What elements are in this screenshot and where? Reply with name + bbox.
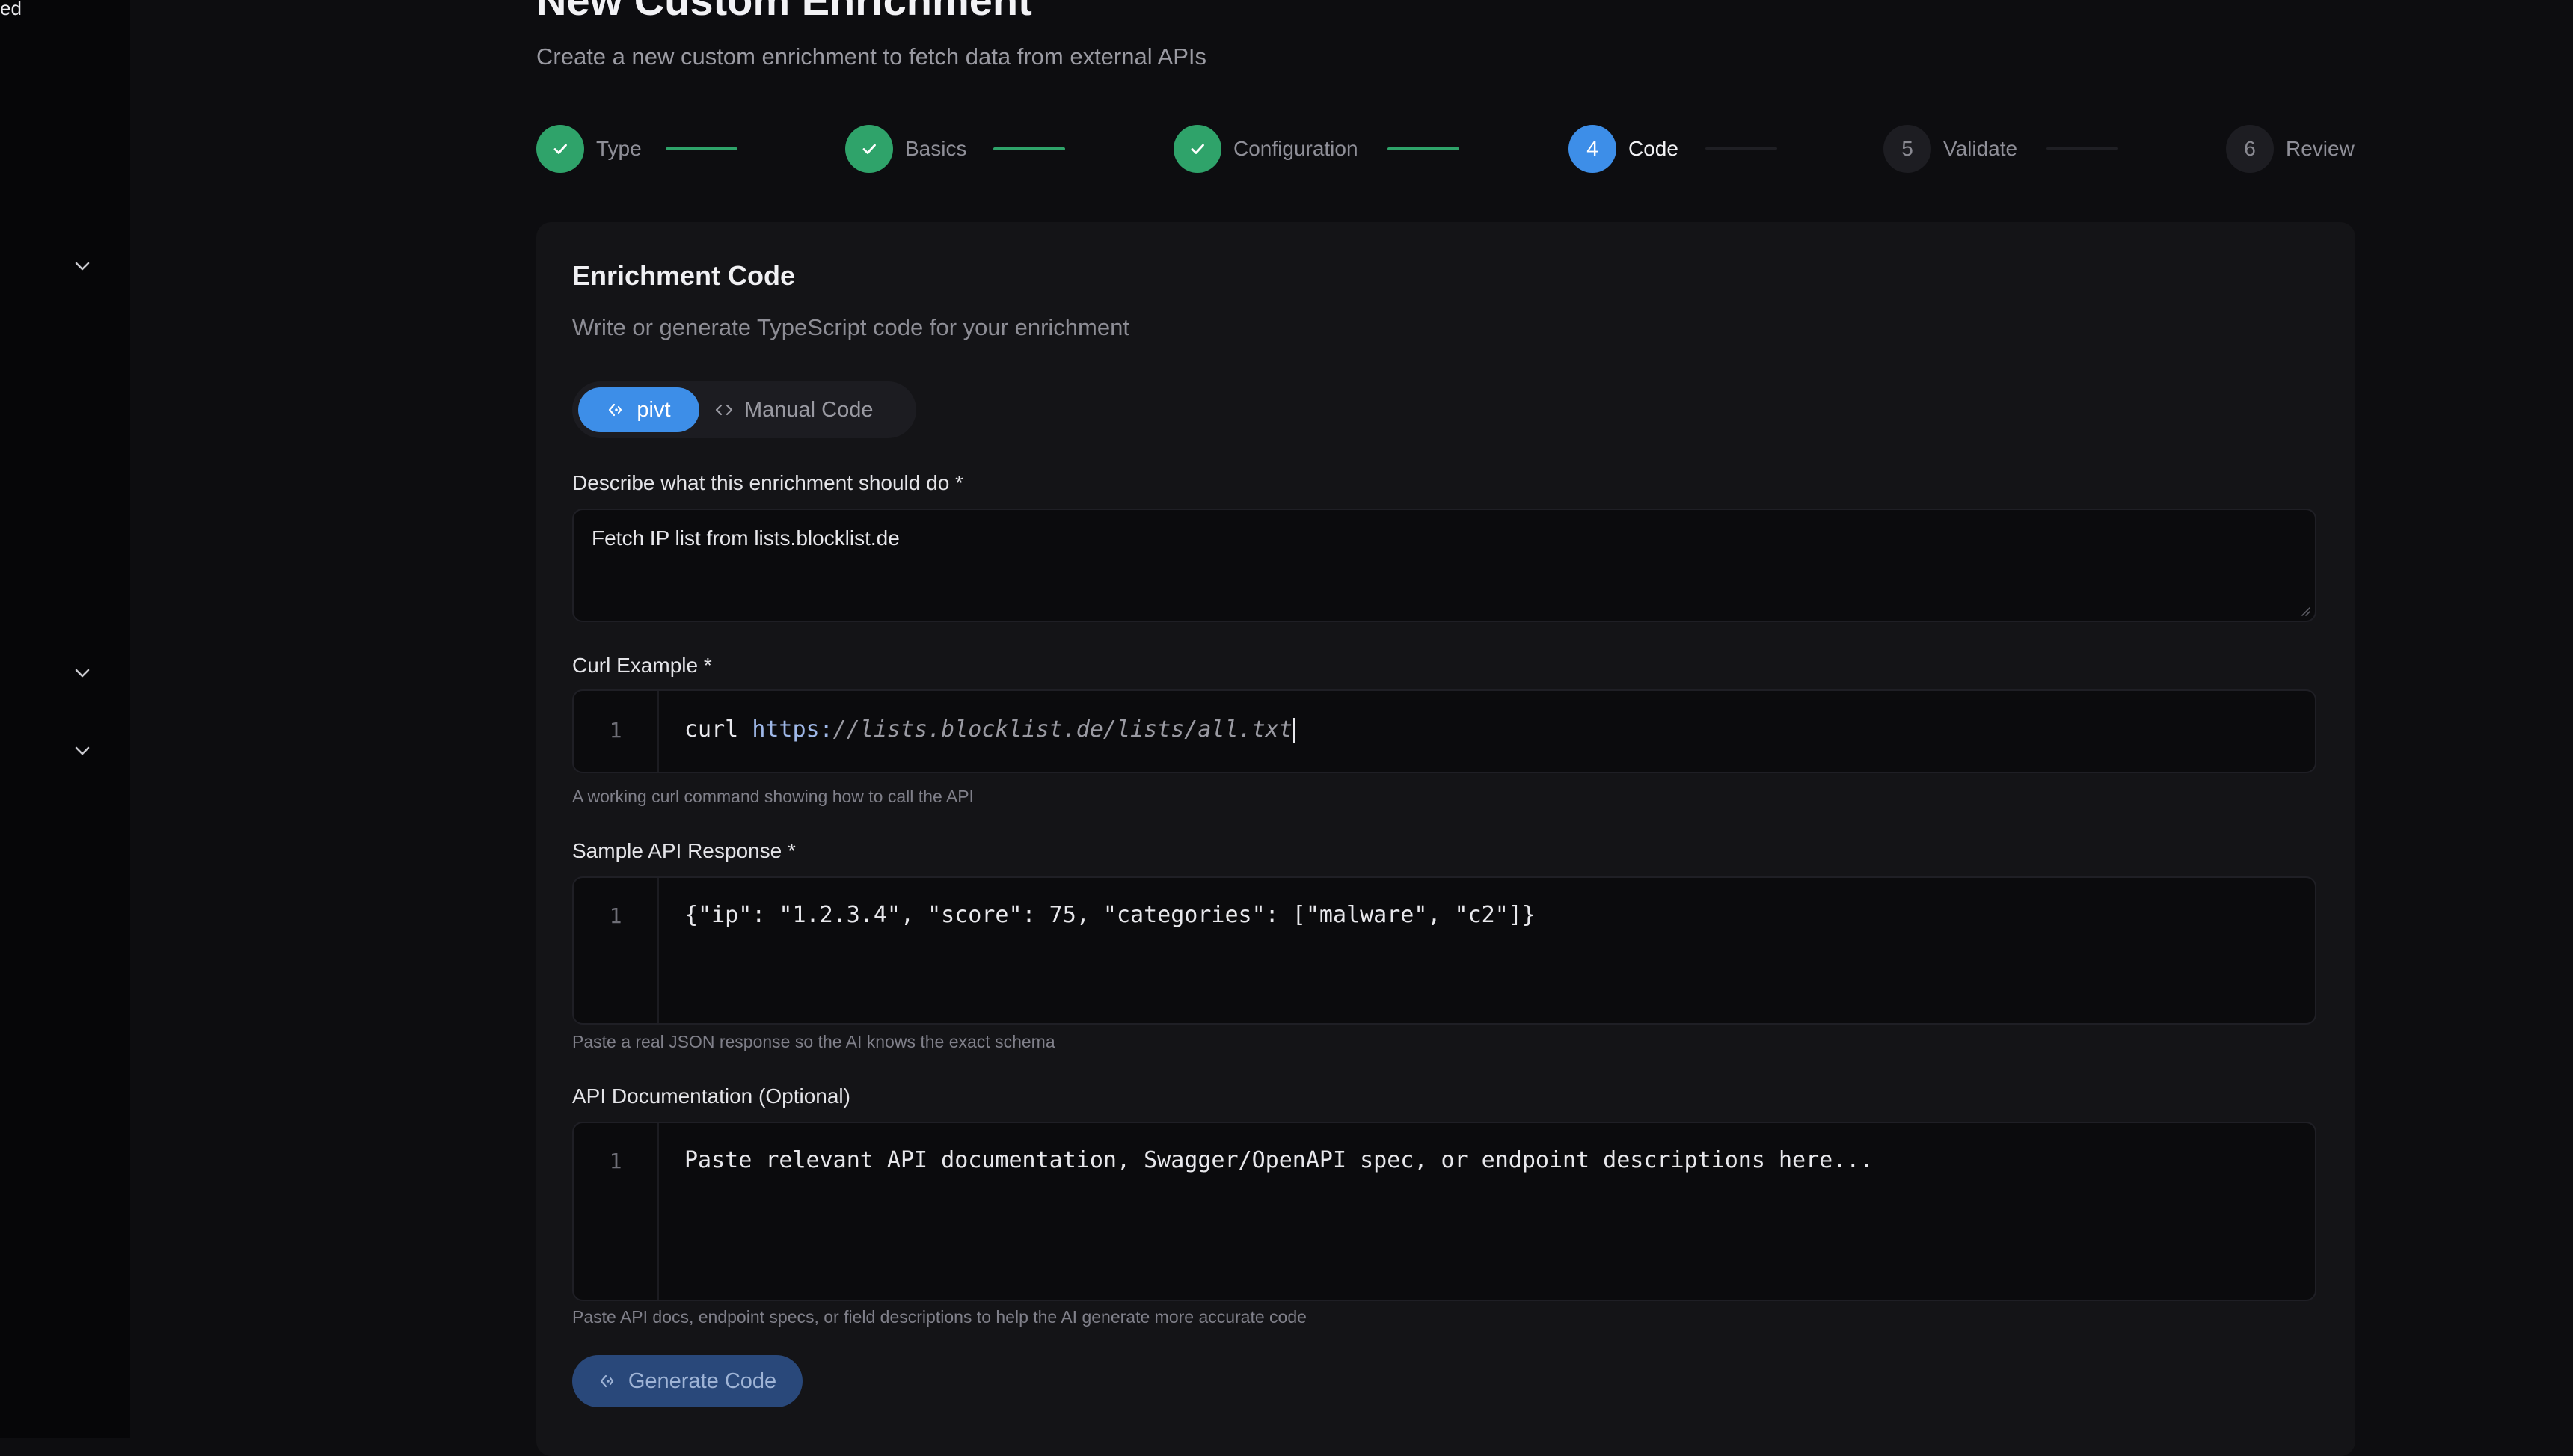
step-review[interactable]: 6 Review	[2226, 125, 2355, 173]
step-type[interactable]: Type	[536, 125, 642, 173]
line-gutter	[574, 878, 659, 1023]
sample-response-editor[interactable]: 1 {"ip": "1.2.3.4", "score": 75, "catego…	[572, 876, 2316, 1025]
line-number: 1	[609, 903, 622, 928]
generate-code-label: Generate Code	[628, 1369, 777, 1393]
step-label: Type	[596, 137, 642, 160]
curl-url-path: //lists.blocklist.de/lists/all.txt	[832, 716, 1292, 743]
pivt-mode-label: pivt	[637, 397, 671, 422]
curl-editor[interactable]: 1 curl https://lists.blocklist.de/lists/…	[572, 689, 2316, 773]
sidebar: ed	[0, 0, 130, 1438]
api-docs-label: API Documentation (Optional)	[572, 1084, 850, 1108]
card-title: Enrichment Code	[572, 260, 796, 291]
step-label: Review	[2286, 137, 2355, 160]
manual-code-label: Manual Code	[744, 397, 874, 422]
manual-code-button[interactable]: Manual Code	[714, 387, 909, 432]
line-number: 1	[609, 718, 622, 743]
curl-label: Curl Example *	[572, 654, 712, 677]
step-code[interactable]: 4 Code	[1568, 125, 1678, 173]
sample-response-value: {"ip": "1.2.3.4", "score": 75, "categori…	[684, 902, 1536, 928]
api-docs-editor[interactable]: 1 Paste relevant API documentation, Swag…	[572, 1122, 2316, 1301]
sample-response-hint: Paste a real JSON response so the AI kno…	[572, 1032, 1055, 1051]
api-docs-placeholder: Paste relevant API documentation, Swagge…	[684, 1147, 1874, 1173]
code-brackets-icon	[715, 404, 733, 416]
step-number: 4	[1568, 125, 1616, 173]
step-label: Configuration	[1233, 137, 1358, 160]
resize-handle-icon[interactable]	[2300, 606, 2310, 616]
generate-code-button[interactable]: Generate Code	[572, 1355, 803, 1407]
curl-command: curl	[684, 716, 739, 743]
page-title: New Custom Enrichment	[536, 0, 1032, 24]
chevron-down-icon[interactable]	[73, 743, 92, 758]
describe-textarea[interactable]: Fetch IP list from lists.blocklist.de	[572, 509, 2316, 622]
api-docs-hint: Paste API docs, endpoint specs, or field…	[572, 1307, 1307, 1327]
step-label: Basics	[905, 137, 967, 160]
check-icon	[536, 125, 584, 173]
chevron-down-icon[interactable]	[73, 666, 92, 681]
step-number: 6	[2226, 125, 2274, 173]
sparkle-code-icon	[600, 1374, 613, 1388]
line-number: 1	[609, 1149, 622, 1173]
step-connector	[2046, 147, 2118, 150]
text-caret	[1292, 717, 1295, 743]
describe-value: Fetch IP list from lists.blocklist.de	[592, 526, 900, 550]
step-validate[interactable]: 5 Validate	[1883, 125, 2017, 173]
curl-code-line: curl https://lists.blocklist.de/lists/al…	[684, 716, 1295, 743]
step-connector	[1705, 147, 1777, 150]
pivt-mode-button[interactable]: pivt	[578, 387, 699, 432]
step-label: Code	[1628, 137, 1678, 160]
sidebar-label-fragment: ed	[0, 0, 22, 19]
curl-url-scheme: https:	[752, 716, 833, 743]
step-basics[interactable]: Basics	[845, 125, 966, 173]
step-connector	[993, 147, 1065, 150]
describe-label: Describe what this enrichment should do …	[572, 471, 963, 494]
check-icon	[1174, 125, 1221, 173]
curl-hint: A working curl command showing how to ca…	[572, 787, 974, 806]
mode-toggle: pivt Manual Code	[572, 381, 916, 438]
step-configuration[interactable]: Configuration	[1174, 125, 1358, 173]
step-connector	[1387, 147, 1459, 150]
sample-response-label: Sample API Response *	[572, 839, 796, 862]
step-connector	[666, 147, 737, 150]
page-subtitle: Create a new custom enrichment to fetch …	[536, 43, 1206, 70]
chevron-down-icon[interactable]	[73, 259, 92, 274]
step-label: Validate	[1943, 137, 2018, 160]
sparkle-code-icon	[609, 403, 622, 417]
card-description: Write or generate TypeScript code for yo…	[572, 314, 1129, 340]
step-number: 5	[1883, 125, 1931, 173]
check-icon	[845, 125, 893, 173]
